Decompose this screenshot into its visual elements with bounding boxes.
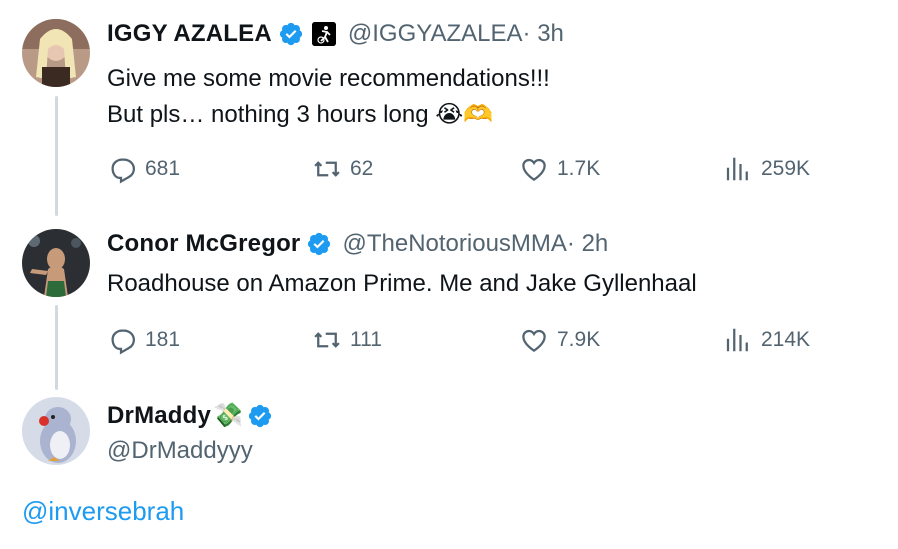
display-name[interactable]: Conor McGregor (107, 230, 300, 258)
view-count: 214K (761, 328, 811, 351)
display-name[interactable]: DrMaddy (107, 402, 211, 430)
like-button[interactable]: 1.7K (519, 154, 600, 184)
reply-button[interactable]: 181 (107, 325, 180, 355)
tweet-header: IGGY AZALEA @IGGYAZALEA · 3h (107, 20, 564, 48)
reply-count: 681 (145, 157, 181, 180)
reply-button[interactable]: 681 (107, 154, 180, 184)
thread-line (55, 96, 58, 216)
views-icon (726, 157, 748, 181)
views-icon (726, 328, 748, 352)
reply-icon (111, 158, 136, 184)
retweet-icon (314, 161, 340, 177)
retweet-button[interactable]: 62 (312, 154, 373, 184)
affiliate-badge-icon (311, 22, 336, 46)
tweet-header: Conor McGregor @TheNotoriousMMA · 2h (107, 230, 608, 258)
heart-icon (522, 158, 546, 181)
tweet-text-line: Roadhouse on Amazon Prime. Me and Jake G… (107, 270, 697, 297)
user-handle[interactable]: @DrMaddyyy (107, 437, 253, 465)
like-count: 1.7K (557, 157, 601, 180)
tweet-text-line: But pls… nothing 3 hours long 😭🫶 (107, 101, 494, 128)
avatar[interactable] (22, 19, 90, 87)
tweet-timestamp[interactable]: · 3h (523, 20, 564, 48)
tweet-header: DrMaddy 💸 (107, 401, 279, 430)
tweet-header-handle: @DrMaddyyy (107, 437, 253, 465)
heart-icon (522, 329, 546, 352)
retweet-count: 111 (350, 328, 382, 351)
mention-link[interactable]: @inversebrah (22, 496, 184, 527)
verified-badge-icon (248, 404, 272, 427)
retweet-button[interactable]: 111 (312, 325, 382, 355)
crying-heart-hands-emoji: 😭🫶 (435, 101, 494, 128)
avatar[interactable] (22, 397, 90, 465)
tweet-actions: 181 111 7.9K 214K (107, 325, 827, 355)
tweet-text: Give me some movie recommendations!!! Bu… (107, 61, 550, 133)
views-button[interactable]: 214K (723, 325, 810, 355)
verified-badge-icon (279, 22, 302, 46)
tweet-actions: 681 62 1.7K 259K (107, 154, 827, 184)
user-handle[interactable]: @IGGYAZALEA (348, 20, 523, 48)
display-name[interactable]: IGGY AZALEA (107, 20, 272, 48)
thread-line (55, 305, 58, 390)
tweet-timestamp[interactable]: · 2h (567, 230, 608, 258)
reply-icon (111, 329, 136, 355)
retweet-icon (314, 332, 340, 348)
money-with-wings-emoji: 💸 (213, 402, 243, 429)
retweet-count: 62 (350, 157, 374, 180)
tweet-text-line: Give me some movie recommendations!!! (107, 65, 550, 92)
verified-badge-icon (308, 232, 331, 256)
like-count: 7.9K (557, 328, 601, 351)
views-button[interactable]: 259K (723, 154, 810, 184)
like-button[interactable]: 7.9K (519, 325, 600, 355)
view-count: 259K (761, 157, 811, 180)
user-handle[interactable]: @TheNotoriousMMA (342, 230, 566, 258)
tweet-text: Roadhouse on Amazon Prime. Me and Jake G… (107, 266, 697, 302)
avatar[interactable] (22, 229, 90, 297)
reply-count: 181 (145, 328, 181, 351)
